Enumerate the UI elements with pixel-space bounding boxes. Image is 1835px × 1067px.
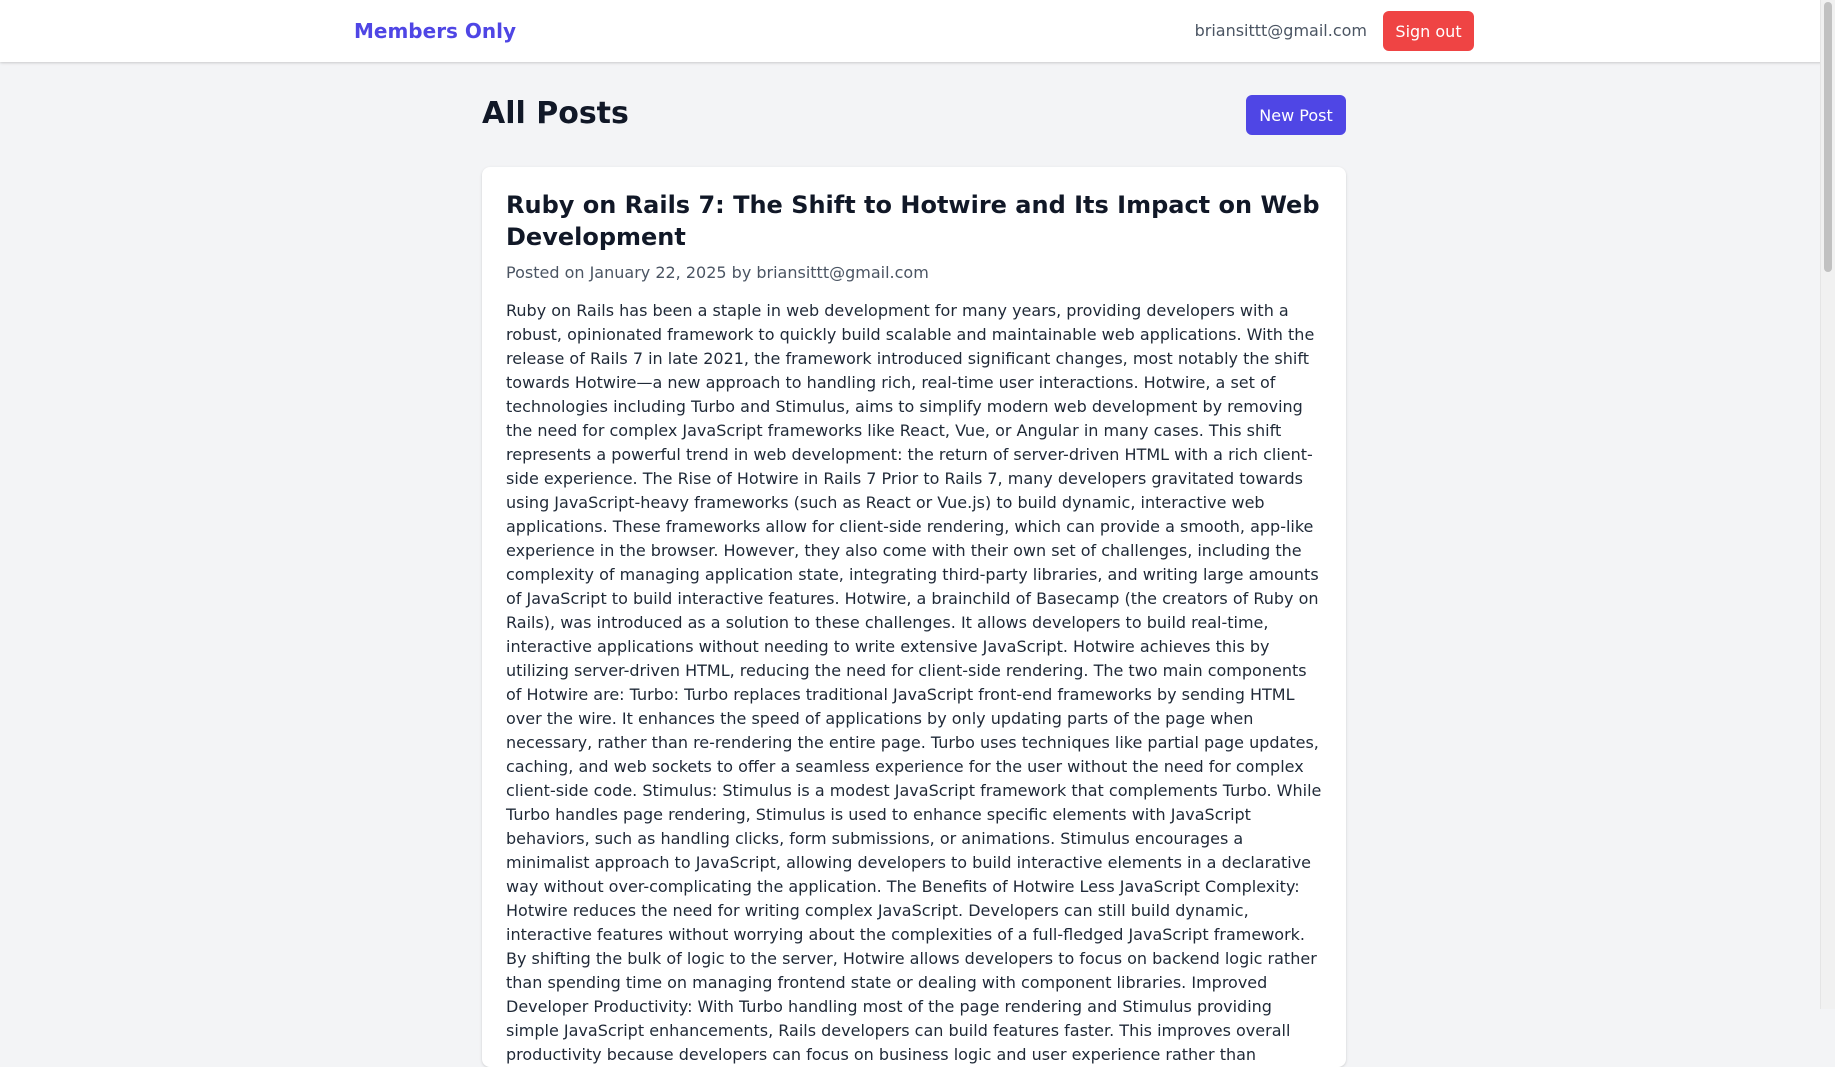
page-scrollbar[interactable]: [1820, 0, 1835, 1009]
scrollbar-thumb[interactable]: [1824, 2, 1832, 272]
new-post-button[interactable]: New Post: [1246, 95, 1346, 135]
post-body: Ruby on Rails has been a staple in web d…: [506, 301, 1322, 1064]
post-meta: Posted on January 22, 2025 by briansittt…: [506, 263, 929, 282]
page-title: All Posts: [482, 96, 629, 131]
post-card: Ruby on Rails 7: The Shift to Hotwire an…: [482, 167, 1346, 1067]
sign-out-button[interactable]: Sign out: [1383, 11, 1474, 51]
brand-link[interactable]: Members Only: [354, 0, 516, 62]
top-navbar: Members Only briansittt@gmail.com Sign o…: [0, 0, 1835, 62]
post-title: Ruby on Rails 7: The Shift to Hotwire an…: [506, 191, 1320, 251]
user-email: briansittt@gmail.com: [1194, 21, 1367, 40]
